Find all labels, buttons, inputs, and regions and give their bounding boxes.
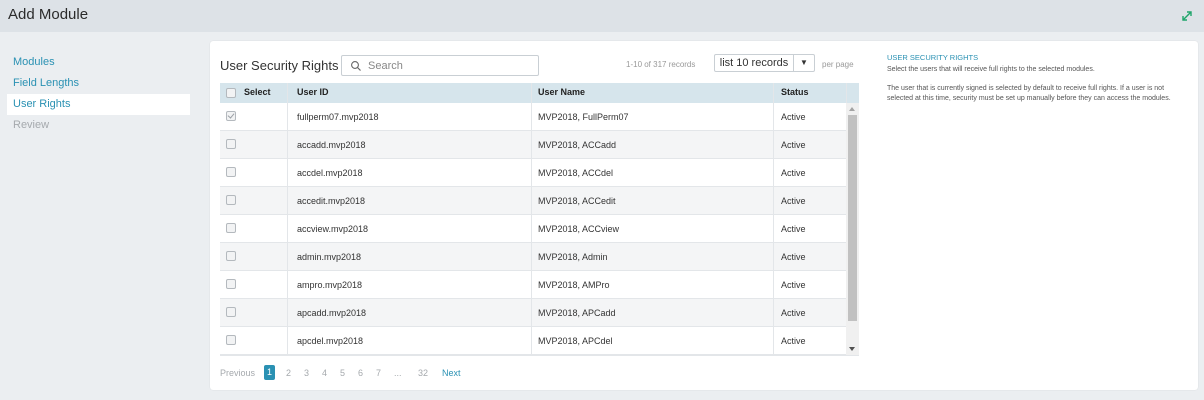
table-row[interactable]: apcdel.mvp2018 MVP2018, APCdel Active xyxy=(220,327,859,355)
cell-status: Active xyxy=(781,308,806,318)
pagination-current-page[interactable]: 1 xyxy=(264,365,275,380)
cell-user-name: MVP2018, ACCview xyxy=(538,224,620,234)
help-title: USER SECURITY RIGHTS xyxy=(887,53,979,62)
help-text: Select the users that will receive full … xyxy=(887,66,1095,73)
wizard-nav: Modules Field Lengths User Rights Review xyxy=(7,52,190,136)
row-checkbox[interactable] xyxy=(226,307,236,317)
page-size-select[interactable]: list 10 records ▼ xyxy=(714,54,815,72)
column-header-user-id[interactable]: User ID xyxy=(297,87,329,97)
cell-user-id: fullperm07.mvp2018 xyxy=(297,112,379,122)
cell-user-name: MVP2018, FullPerm07 xyxy=(538,112,629,122)
dropdown-arrow-icon[interactable]: ▼ xyxy=(793,55,814,71)
column-header-status[interactable]: Status xyxy=(781,87,809,97)
cell-user-name: MVP2018, Admin xyxy=(538,252,608,262)
cell-user-id: accedit.mvp2018 xyxy=(297,196,366,206)
select-all-checkbox[interactable] xyxy=(226,88,236,98)
table-row[interactable]: accview.mvp2018 MVP2018, ACCview Active xyxy=(220,215,859,243)
table-row[interactable]: accedit.mvp2018 MVP2018, ACCedit Active xyxy=(220,187,859,215)
record-range: 1-10 of 317 records xyxy=(626,60,696,69)
pagination-next[interactable]: Next xyxy=(442,368,461,378)
page-title: Add Module xyxy=(8,6,89,23)
pagination-page[interactable]: 5 xyxy=(340,368,345,378)
page-header: Add Module xyxy=(0,0,1204,32)
column-divider xyxy=(773,83,774,355)
column-header-select: Select xyxy=(244,87,271,97)
expand-arrows-icon[interactable] xyxy=(1178,7,1196,25)
cell-status: Active xyxy=(781,140,806,150)
nav-item-review: Review xyxy=(13,119,50,131)
search-input[interactable] xyxy=(368,58,533,73)
cell-user-id: accview.mvp2018 xyxy=(297,224,369,234)
cell-user-name: MVP2018, ACCdel xyxy=(538,168,614,178)
row-checkbox[interactable] xyxy=(226,195,236,205)
row-checkbox[interactable] xyxy=(226,251,236,261)
cell-user-name: MVP2018, AMPro xyxy=(538,280,610,290)
pagination-page[interactable]: 4 xyxy=(322,368,327,378)
column-divider xyxy=(287,83,288,355)
row-checkbox[interactable] xyxy=(226,111,236,121)
cell-user-id: admin.mvp2018 xyxy=(297,252,362,262)
table-body: fullperm07.mvp2018 MVP2018, FullPerm07 A… xyxy=(220,103,859,355)
nav-item-field-lengths[interactable]: Field Lengths xyxy=(7,73,190,94)
cell-user-id: accadd.mvp2018 xyxy=(297,140,366,150)
scroll-up-icon[interactable] xyxy=(849,107,855,111)
row-checkbox[interactable] xyxy=(226,139,236,149)
pagination-ellipsis: ... xyxy=(394,368,402,378)
page-size-value: list 10 records xyxy=(719,57,789,69)
column-divider xyxy=(531,83,532,355)
cell-user-name: MVP2018, APCdel xyxy=(538,336,613,346)
column-header-user-name[interactable]: User Name xyxy=(538,87,585,97)
cell-status: Active xyxy=(781,168,806,178)
row-checkbox[interactable] xyxy=(226,335,236,345)
help-text: The user that is currently signed is sel… xyxy=(887,85,1171,102)
table-row[interactable]: accadd.mvp2018 MVP2018, ACCadd Active xyxy=(220,131,859,159)
table-row[interactable]: admin.mvp2018 MVP2018, Admin Active xyxy=(220,243,859,271)
cell-user-name: MVP2018, APCadd xyxy=(538,308,616,318)
row-checkbox[interactable] xyxy=(226,279,236,289)
table-row[interactable]: fullperm07.mvp2018 MVP2018, FullPerm07 A… xyxy=(220,103,859,131)
table-row[interactable]: accdel.mvp2018 MVP2018, ACCdel Active xyxy=(220,159,859,187)
scrollbar-thumb[interactable] xyxy=(848,115,857,321)
user-rights-table: Select User ID User Name Status fullperm… xyxy=(220,83,859,355)
cell-user-name: MVP2018, ACCadd xyxy=(538,140,617,150)
table-row[interactable]: apcadd.mvp2018 MVP2018, APCadd Active xyxy=(220,299,859,327)
grid-title: User Security Rights | xyxy=(220,58,346,73)
table-bottom-border xyxy=(220,355,859,356)
cell-user-id: apcadd.mvp2018 xyxy=(297,308,367,318)
cell-status: Active xyxy=(781,224,806,234)
search-box[interactable] xyxy=(341,55,539,76)
table-scrollbar[interactable] xyxy=(846,103,859,355)
search-icon xyxy=(351,61,361,71)
cell-status: Active xyxy=(781,112,806,122)
cell-status: Active xyxy=(781,252,806,262)
row-checkbox[interactable] xyxy=(226,167,236,177)
scroll-down-icon[interactable] xyxy=(849,347,855,351)
pagination-page[interactable]: 6 xyxy=(358,368,363,378)
pagination-page[interactable]: 2 xyxy=(286,368,291,378)
cell-user-id: apcdel.mvp2018 xyxy=(297,336,364,346)
cell-status: Active xyxy=(781,196,806,206)
pagination-previous: Previous xyxy=(220,368,256,378)
pagination-page[interactable]: 3 xyxy=(304,368,309,378)
cell-status: Active xyxy=(781,336,806,346)
table-header: Select User ID User Name Status xyxy=(220,83,859,103)
table-row[interactable]: ampro.mvp2018 MVP2018, AMPro Active xyxy=(220,271,859,299)
pagination-page[interactable]: 7 xyxy=(376,368,381,378)
cell-user-id: accdel.mvp2018 xyxy=(297,168,363,178)
pagination-page[interactable]: 32 xyxy=(418,368,428,378)
cell-user-id: ampro.mvp2018 xyxy=(297,280,363,290)
row-checkbox[interactable] xyxy=(226,223,236,233)
per-page-label: per page xyxy=(822,60,854,69)
cell-status: Active xyxy=(781,280,806,290)
help-panel: USER SECURITY RIGHTS Select the users th… xyxy=(887,53,1189,104)
cell-user-name: MVP2018, ACCedit xyxy=(538,196,616,206)
nav-item-user-rights[interactable]: User Rights xyxy=(7,94,190,115)
nav-item-modules[interactable]: Modules xyxy=(7,52,190,73)
main-panel: User Security Rights | 1-10 of 317 recor… xyxy=(210,41,1198,390)
